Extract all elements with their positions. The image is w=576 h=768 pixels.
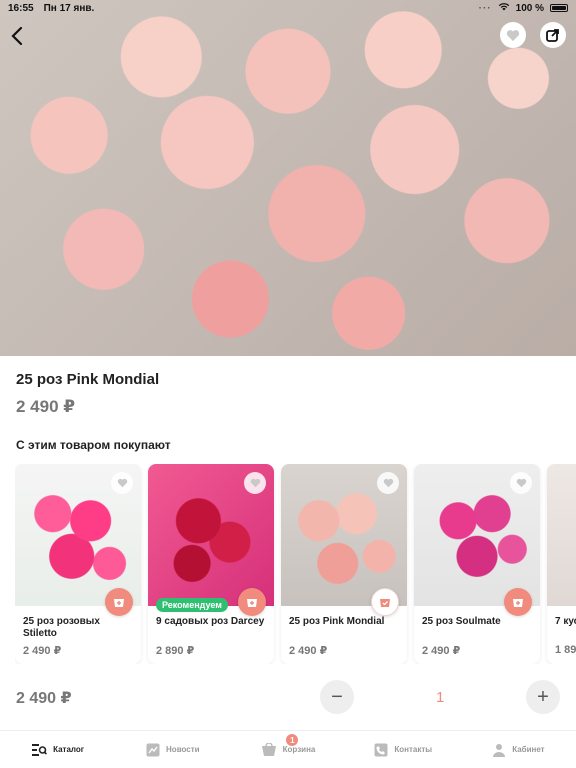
quantity-decrease-button[interactable]: −	[320, 680, 354, 714]
product-price: 1 89	[555, 644, 576, 656]
share-button[interactable]	[540, 22, 566, 48]
product-name: 25 роз Soulmate	[422, 616, 501, 627]
tab-label: Каталог	[53, 745, 85, 754]
heart-icon	[117, 478, 127, 488]
add-to-cart-button[interactable]	[504, 588, 532, 616]
product-price: 2 490 ₽	[23, 645, 62, 657]
heart-icon	[250, 478, 260, 488]
cart-icon	[261, 742, 276, 756]
tab-profile[interactable]: Кабинет	[461, 731, 576, 768]
status-bar: 16:55 Пн 17 янв. ··· 100 %	[0, 0, 576, 16]
favorite-button[interactable]	[510, 472, 532, 494]
cart-plus-icon	[513, 599, 523, 607]
tab-label: Кабинет	[512, 745, 545, 754]
product-hero-image	[0, 0, 576, 356]
tab-contacts[interactable]: Контакты	[346, 731, 461, 768]
favorite-button[interactable]	[377, 472, 399, 494]
favorite-button[interactable]	[111, 472, 133, 494]
product-name: 9 садовых роз Darcey	[156, 616, 265, 627]
back-button[interactable]	[6, 22, 28, 50]
heart-icon	[506, 29, 520, 41]
product-thumbnail	[547, 464, 576, 606]
heart-icon	[516, 478, 526, 488]
related-section-title: С этим товаром покупают	[16, 438, 171, 452]
related-products-carousel[interactable]: 25 роз розовых Stiletto 2 490 ₽ Рекоменд…	[15, 464, 576, 664]
status-date: Пн 17 янв.	[43, 2, 95, 14]
profile-icon	[493, 743, 506, 757]
battery-icon	[550, 4, 568, 12]
multitasking-dots-icon: ···	[478, 2, 492, 14]
bottom-tab-bar: Каталог Новости 1 Корзина Контакты Кабин…	[0, 730, 576, 768]
wifi-icon	[498, 2, 510, 14]
product-price: 2 890 ₽	[156, 645, 195, 657]
tab-catalog[interactable]: Каталог	[0, 731, 115, 768]
chevron-left-icon	[11, 26, 23, 46]
tab-cart[interactable]: 1 Корзина	[230, 731, 345, 768]
product-price: 2 490 ₽	[289, 645, 328, 657]
add-to-cart-button[interactable]	[238, 588, 266, 616]
tab-label: Корзина	[282, 745, 316, 754]
add-to-cart-button[interactable]	[105, 588, 133, 616]
status-time: 16:55	[8, 2, 34, 14]
news-icon	[146, 743, 160, 756]
product-price: 2 490 ₽	[422, 645, 461, 657]
tab-news[interactable]: Новости	[115, 731, 230, 768]
cart-plus-icon	[114, 599, 124, 607]
phone-icon	[374, 743, 388, 756]
share-icon	[546, 29, 559, 42]
in-cart-button[interactable]	[371, 588, 399, 616]
related-product-card[interactable]: 7 кус 1 89	[547, 464, 576, 664]
cart-plus-icon	[247, 599, 257, 607]
related-product-card[interactable]: Рекомендуем 9 садовых роз Darcey 2 890 ₽	[148, 464, 274, 664]
quantity-value: 1	[436, 689, 445, 706]
battery-percent: 100 %	[515, 2, 544, 14]
favorite-button[interactable]	[500, 22, 526, 48]
tab-label: Новости	[166, 745, 200, 754]
related-product-card[interactable]: 25 роз розовых Stiletto 2 490 ₽	[15, 464, 141, 664]
product-title: 25 роз Pink Mondial	[16, 371, 160, 388]
recommended-badge: Рекомендуем	[156, 598, 228, 612]
related-product-card[interactable]: 25 роз Pink Mondial 2 490 ₽	[281, 464, 407, 664]
favorite-button[interactable]	[244, 472, 266, 494]
product-name: 25 роз розовых Stiletto	[23, 616, 100, 639]
quantity-increase-button[interactable]: +	[526, 680, 560, 714]
product-name: 7 кус	[555, 616, 576, 627]
related-product-card[interactable]: 25 роз Soulmate 2 490 ₽	[414, 464, 540, 664]
cart-check-icon	[380, 599, 390, 607]
total-price: 2 490 ₽	[16, 690, 72, 707]
catalog-icon	[32, 743, 48, 756]
heart-icon	[383, 478, 393, 488]
product-price: 2 490 ₽	[16, 397, 76, 416]
tab-label: Контакты	[394, 745, 433, 754]
product-name: 25 роз Pink Mondial	[289, 616, 385, 627]
